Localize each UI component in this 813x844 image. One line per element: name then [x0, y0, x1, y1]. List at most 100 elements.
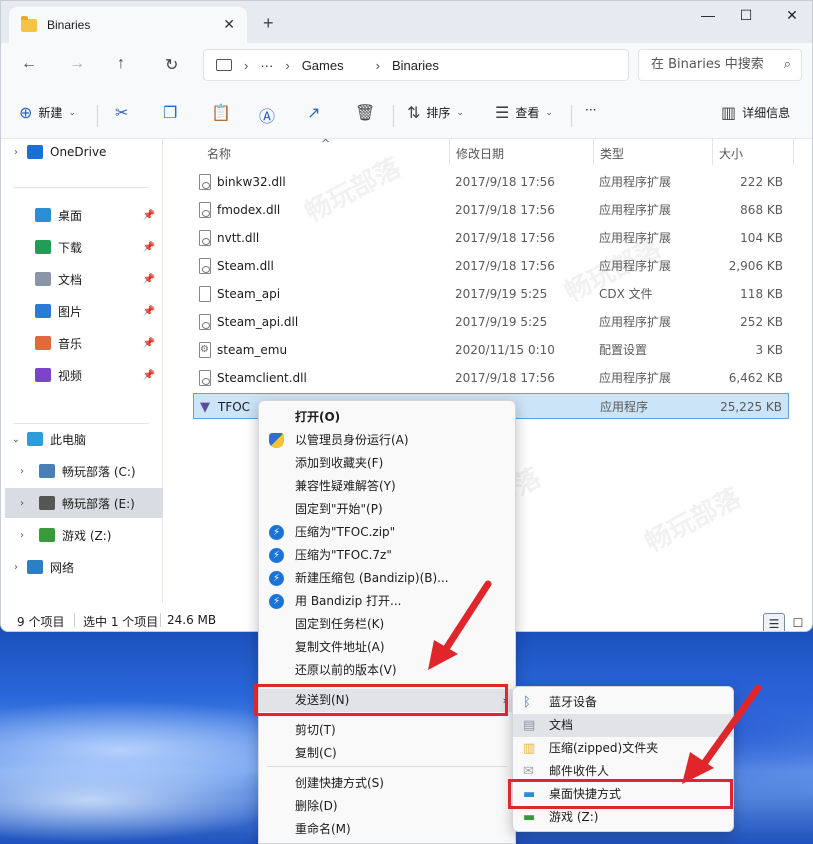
file-row[interactable]: fmodex.dll 2017/9/18 17:56 应用程序扩展 868 KB [193, 197, 789, 223]
tab-binaries[interactable]: Binaries ✕ [9, 7, 247, 43]
pin-icon[interactable]: 📌 [143, 338, 155, 349]
minimize-button[interactable]: — [693, 7, 723, 29]
file-row[interactable]: Steam.dll 2017/9/18 17:56 应用程序扩展 2,906 KB [193, 253, 789, 279]
pin-icon[interactable]: 📌 [143, 370, 155, 381]
sort-label: 排序 [426, 106, 451, 120]
file-icon [199, 370, 211, 386]
context-menu-item[interactable]: 复制(C) [259, 742, 515, 765]
chevron-down-icon[interactable]: ⌄ [5, 434, 27, 445]
sidebar-item[interactable]: 下载 📌 [5, 232, 163, 262]
details-view-button[interactable]: ☰ [763, 613, 785, 631]
file-type: 应用程序扩展 [599, 371, 672, 385]
chevron-right-icon[interactable]: › [5, 498, 39, 509]
up-button[interactable]: ↑ [117, 55, 125, 73]
file-date: 2017/9/19 5:25 [455, 287, 548, 301]
column-divider[interactable] [593, 139, 594, 165]
sidebar-item[interactable]: 音乐 📌 [5, 328, 163, 358]
sidebar-item[interactable]: 桌面 📌 [5, 200, 163, 230]
context-menu-item[interactable]: ⚡ 压缩为"TFOC.7z" [259, 544, 515, 567]
sidebar-item[interactable]: 视频 📌 [5, 360, 163, 390]
sidebar-item[interactable]: › 畅玩部落 (E:) [5, 488, 163, 518]
sidebar-item[interactable]: › 网络 [5, 552, 163, 582]
sort-button[interactable]: ⇅ 排序 ⌄ [407, 103, 464, 122]
file-row[interactable]: Steamclient.dll 2017/9/18 17:56 应用程序扩展 6,46… [193, 365, 789, 391]
breadcrumb-binaries[interactable]: Binaries [392, 58, 439, 73]
breadcrumb-more[interactable]: ··· [260, 58, 273, 73]
sidebar-item[interactable]: › 游戏 (Z:) [5, 520, 163, 550]
column-header-name[interactable]: 名称 [207, 143, 231, 165]
address-bar[interactable]: › ··· › Games › Binaries [203, 49, 629, 81]
pin-icon[interactable]: 📌 [143, 274, 155, 285]
tiles-view-button[interactable]: ☐ [787, 613, 809, 631]
sort-ascending-icon: ^ [321, 137, 331, 150]
details-pane-button[interactable]: ▥ 详细信息 [721, 103, 790, 122]
cut-button[interactable]: ✂ [115, 103, 134, 122]
search-input[interactable]: 在 Binaries 中搜索 ⌕ [638, 49, 802, 81]
file-row[interactable]: steam_emu 2020/11/15 0:10 配置设置 3 KB [193, 337, 789, 363]
sidebar-item[interactable]: › 畅玩部落 (C:) [5, 456, 163, 486]
context-menu-item-label: 打开(O) [295, 410, 341, 424]
share-button[interactable]: ↗ [307, 103, 326, 122]
back-button[interactable]: ← [21, 55, 37, 73]
forward-button[interactable]: → [69, 55, 85, 73]
file-name: fmodex.dll [217, 203, 281, 217]
column-header-type[interactable]: 类型 [600, 143, 624, 165]
sidebar-item-icon [27, 560, 43, 574]
tab-close-icon[interactable]: ✕ [223, 16, 235, 33]
pin-icon[interactable]: 📌 [143, 210, 155, 221]
file-row[interactable]: Steam_api.dll 2017/9/19 5:25 应用程序扩展 252 KB [193, 309, 789, 335]
pin-icon[interactable]: 📌 [143, 242, 155, 253]
breadcrumb-games[interactable]: Games [302, 58, 344, 73]
send-to-item-icon: ▥ [523, 741, 536, 756]
copy-button[interactable]: ❐ [163, 103, 183, 122]
send-to-item-icon: ▬ [523, 810, 536, 825]
sidebar-item[interactable]: 图片 📌 [5, 296, 163, 326]
chevron-right-icon[interactable]: › [5, 530, 39, 541]
new-button[interactable]: ⊕ 新建 ⌄ [19, 103, 76, 122]
send-to-item[interactable]: ▬ 游戏 (Z:) [513, 806, 733, 829]
file-date: 2020/11/15 0:10 [455, 343, 555, 357]
context-menu-item[interactable]: 删除(D) [259, 795, 515, 818]
context-menu-item[interactable]: 添加到收藏夹(F) [259, 452, 515, 475]
chevron-right-icon[interactable]: › [5, 466, 39, 477]
delete-button[interactable]: 🗑 [355, 103, 381, 122]
file-icon [199, 314, 211, 330]
view-button[interactable]: ☰ 查看 ⌄ [495, 103, 553, 122]
chevron-right-icon[interactable]: › [5, 147, 27, 158]
maximize-button[interactable]: ☐ [731, 7, 761, 29]
rename-button[interactable]: Ⓐ [259, 103, 281, 127]
file-row[interactable]: binkw32.dll 2017/9/18 17:56 应用程序扩展 222 KB [193, 169, 789, 195]
context-menu-item[interactable]: ⚡ 压缩为"TFOC.zip" [259, 521, 515, 544]
context-menu-item[interactable]: 固定到"开始"(P) [259, 498, 515, 521]
column-divider[interactable] [449, 139, 450, 165]
column-divider[interactable] [793, 139, 794, 165]
context-menu-item[interactable]: 兼容性疑难解答(Y) [259, 475, 515, 498]
file-row[interactable]: Steam_api 2017/9/19 5:25 CDX 文件 118 KB [193, 281, 789, 307]
annotation-box-send-to [254, 684, 508, 716]
chevron-right-icon[interactable]: › [5, 562, 27, 573]
sidebar-item[interactable]: ⌄ 此电脑 [5, 424, 163, 454]
column-divider[interactable] [712, 139, 713, 165]
context-menu-item[interactable]: 创建快捷方式(S) [259, 772, 515, 795]
sidebar-item[interactable]: 文档 📌 [5, 264, 163, 294]
file-row[interactable]: nvtt.dll 2017/9/18 17:56 应用程序扩展 104 KB [193, 225, 789, 251]
context-menu-item[interactable]: 剪切(T) [259, 719, 515, 742]
sidebar-item-icon [35, 304, 51, 318]
sidebar-item[interactable]: › OneDrive [5, 137, 163, 167]
search-placeholder: 在 Binaries 中搜索 [651, 57, 764, 72]
refresh-button[interactable]: ↻ [165, 55, 178, 75]
close-button[interactable]: ✕ [777, 7, 807, 29]
context-menu-item[interactable]: 打开(O) [259, 406, 515, 429]
column-header-date[interactable]: 修改日期 [456, 143, 504, 165]
bandizip-icon: ⚡ [269, 548, 284, 563]
more-button[interactable]: ··· [585, 103, 596, 117]
column-header-size[interactable]: 大小 [719, 143, 743, 165]
selected-count: 选中 1 个项目 [83, 615, 159, 629]
new-tab-button[interactable]: + [263, 13, 274, 34]
context-menu-item[interactable]: 以管理员身份运行(A) [259, 429, 515, 452]
paste-button[interactable]: 📋 [211, 103, 237, 122]
context-menu-item[interactable]: 重命名(M) [259, 818, 515, 841]
pin-icon[interactable]: 📌 [143, 306, 155, 317]
file-type: 应用程序扩展 [599, 259, 672, 273]
breadcrumb-chevron-icon: › [244, 57, 249, 73]
